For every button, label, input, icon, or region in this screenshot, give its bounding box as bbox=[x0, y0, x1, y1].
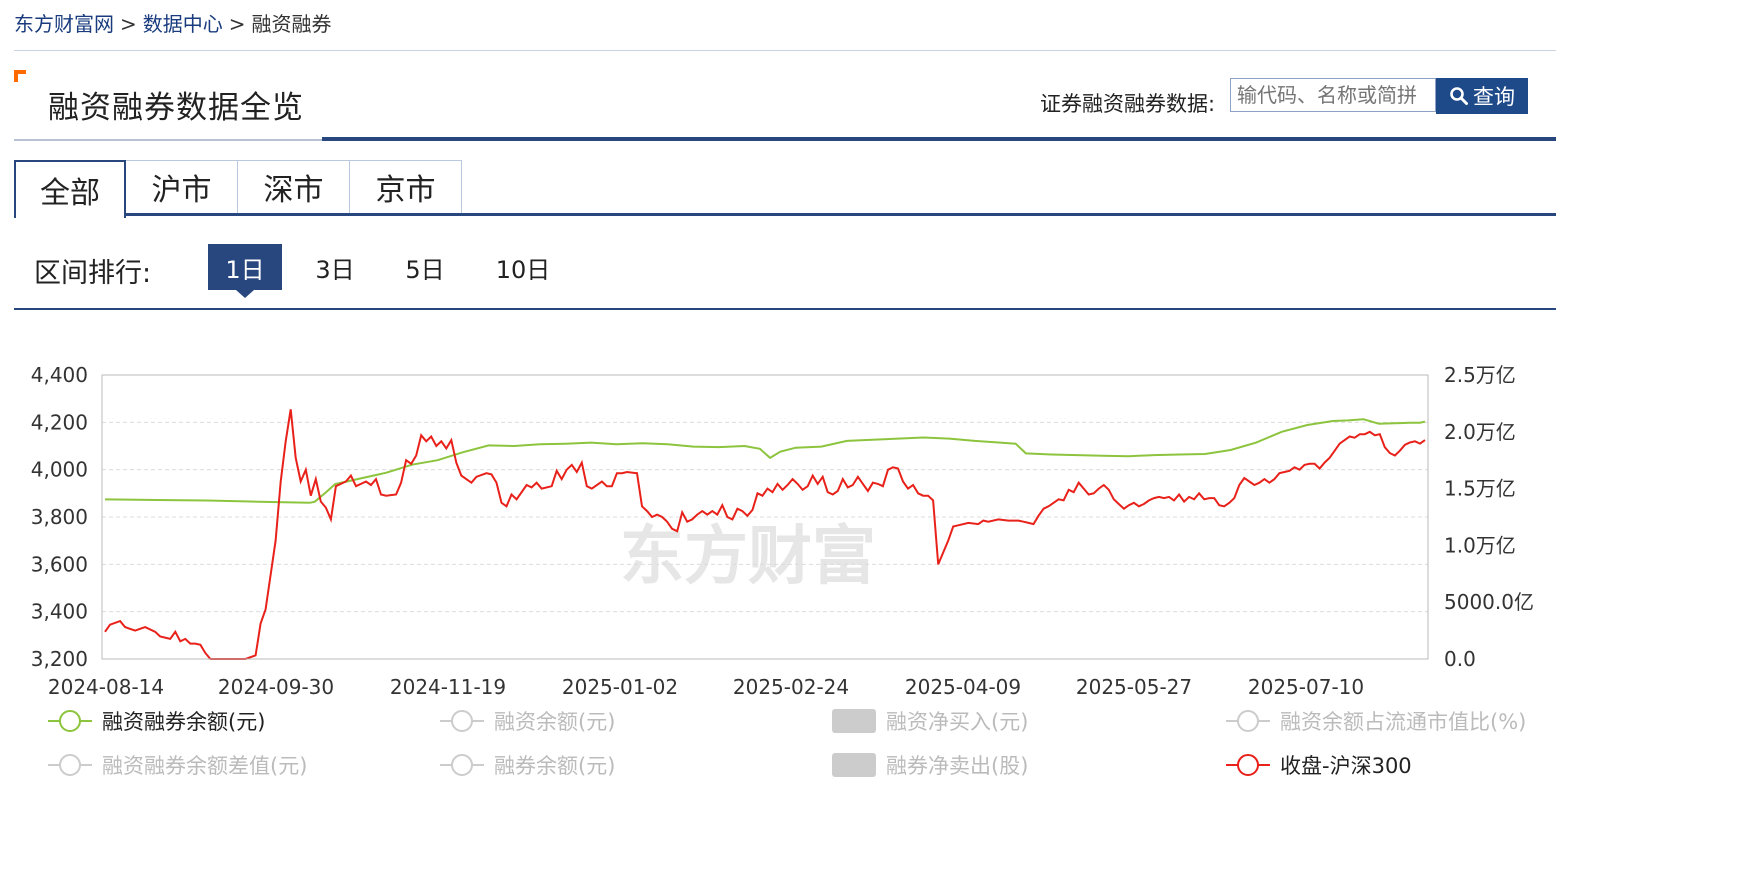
x-tick-label: 2025-07-10 bbox=[1248, 675, 1364, 699]
legend-bar-marker-icon bbox=[832, 753, 876, 777]
x-tick-label: 2025-05-27 bbox=[1076, 675, 1192, 699]
range-label: 区间排行: bbox=[34, 258, 152, 289]
legend-label: 融券余额(元) bbox=[494, 754, 616, 778]
legend-label: 融资余额(元) bbox=[494, 710, 616, 734]
breadcrumb: 东方财富网 > 数据中心 > 融资融券 bbox=[14, 8, 332, 37]
header-divider bbox=[14, 50, 1556, 51]
y-right-tick-label: 0.0 bbox=[1444, 647, 1476, 671]
search-label: 证券融资融券数据: bbox=[1040, 92, 1216, 116]
y-right-tick-label: 1.5万亿 bbox=[1444, 477, 1516, 501]
legend-line-marker-icon bbox=[440, 754, 484, 776]
legend-item[interactable]: 融资融券余额差值(元) bbox=[48, 750, 307, 780]
legend-item[interactable]: 融资净买入(元) bbox=[832, 706, 1028, 736]
y-left-tick-label: 3,400 bbox=[31, 600, 88, 624]
legend-item[interactable]: 融券净卖出(股) bbox=[832, 750, 1028, 780]
range-1d-button[interactable]: 1日 bbox=[208, 244, 282, 298]
x-tick-label: 2025-01-02 bbox=[562, 675, 678, 699]
breadcrumb-separator: > bbox=[228, 12, 246, 36]
search-icon bbox=[1450, 87, 1468, 105]
y-left-tick-label: 4,000 bbox=[31, 458, 88, 482]
legend-label: 融资余额占流通市值比(%) bbox=[1280, 710, 1527, 734]
breadcrumb-section-link[interactable]: 数据中心 bbox=[143, 12, 223, 36]
legend-label: 融资融券余额(元) bbox=[102, 710, 266, 734]
legend-label: 融资融券余额差值(元) bbox=[102, 754, 308, 778]
legend-label: 收盘-沪深300 bbox=[1280, 754, 1412, 778]
legend-item[interactable]: 融资余额占流通市值比(%) bbox=[1226, 706, 1526, 736]
legend-line-marker-icon bbox=[1226, 754, 1270, 776]
x-tick-label: 2024-09-30 bbox=[218, 675, 334, 699]
range-5d-button[interactable]: 5日 bbox=[388, 244, 462, 290]
legend-line-marker-icon bbox=[48, 710, 92, 732]
range-rule bbox=[14, 308, 1556, 310]
legend-item[interactable]: 融资融券余额(元) bbox=[48, 706, 265, 736]
page-title: 融资融券数据全览 bbox=[48, 90, 304, 126]
watermark: 东方财富 bbox=[620, 520, 876, 594]
legend-item[interactable]: 收盘-沪深300 bbox=[1226, 750, 1412, 780]
tab-shanghai[interactable]: 沪市 bbox=[126, 160, 238, 214]
breadcrumb-separator: > bbox=[120, 12, 137, 36]
y-right-tick-label: 2.5万亿 bbox=[1444, 363, 1516, 387]
search-button-label: 查询 bbox=[1473, 85, 1515, 109]
tab-all[interactable]: 全部 bbox=[14, 160, 126, 218]
y-right-tick-label: 1.0万亿 bbox=[1444, 533, 1516, 557]
y-left-tick-label: 3,200 bbox=[31, 647, 88, 671]
legend-line-marker-icon bbox=[440, 710, 484, 732]
legend-bar-marker-icon bbox=[832, 709, 876, 733]
y-right-tick-label: 2.0万亿 bbox=[1444, 420, 1516, 444]
y-left-tick-label: 4,200 bbox=[31, 410, 88, 434]
breadcrumb-home-link[interactable]: 东方财富网 bbox=[14, 12, 114, 36]
range-3d-button[interactable]: 3日 bbox=[298, 244, 372, 290]
tabs-rule bbox=[14, 213, 1556, 216]
breadcrumb-current: 融资融券 bbox=[251, 12, 332, 36]
search-button[interactable]: 查询 bbox=[1436, 78, 1528, 114]
chart-grid bbox=[102, 374, 1428, 660]
range-10d-button[interactable]: 10日 bbox=[486, 244, 560, 290]
x-tick-label: 2024-11-19 bbox=[390, 675, 506, 699]
margin-trading-chart: 东方财富 3,200 3,400 3,600 3,800 4,000 4,200 4,400… bbox=[31, 363, 1534, 699]
tab-shenzhen[interactable]: 深市 bbox=[238, 160, 350, 214]
title-rule bbox=[322, 137, 1556, 141]
market-tabs: 全部 沪市 深市 京市 bbox=[14, 160, 462, 218]
legend-item[interactable]: 融资余额(元) bbox=[440, 706, 615, 736]
tab-beijing[interactable]: 京市 bbox=[350, 160, 462, 214]
y-left-tick-label: 4,400 bbox=[31, 363, 88, 387]
search-input[interactable] bbox=[1230, 78, 1436, 112]
x-tick-label: 2025-04-09 bbox=[905, 675, 1021, 699]
x-tick-label: 2024-08-14 bbox=[48, 675, 164, 699]
legend-line-marker-icon bbox=[48, 754, 92, 776]
y-left-tick-label: 3,800 bbox=[31, 505, 88, 529]
legend-line-marker-icon bbox=[1226, 710, 1270, 732]
title-underline bbox=[14, 139, 322, 141]
x-tick-label: 2025-02-24 bbox=[733, 675, 849, 699]
margin-balance-line bbox=[104, 418, 1426, 504]
title-corner-icon bbox=[14, 70, 26, 82]
legend-label: 融资净买入(元) bbox=[886, 710, 1029, 734]
y-right-tick-label: 5000.0亿 bbox=[1444, 590, 1534, 614]
legend-label: 融券净卖出(股) bbox=[886, 754, 1029, 778]
y-left-tick-label: 3,600 bbox=[31, 552, 88, 576]
legend-item[interactable]: 融券余额(元) bbox=[440, 750, 615, 780]
